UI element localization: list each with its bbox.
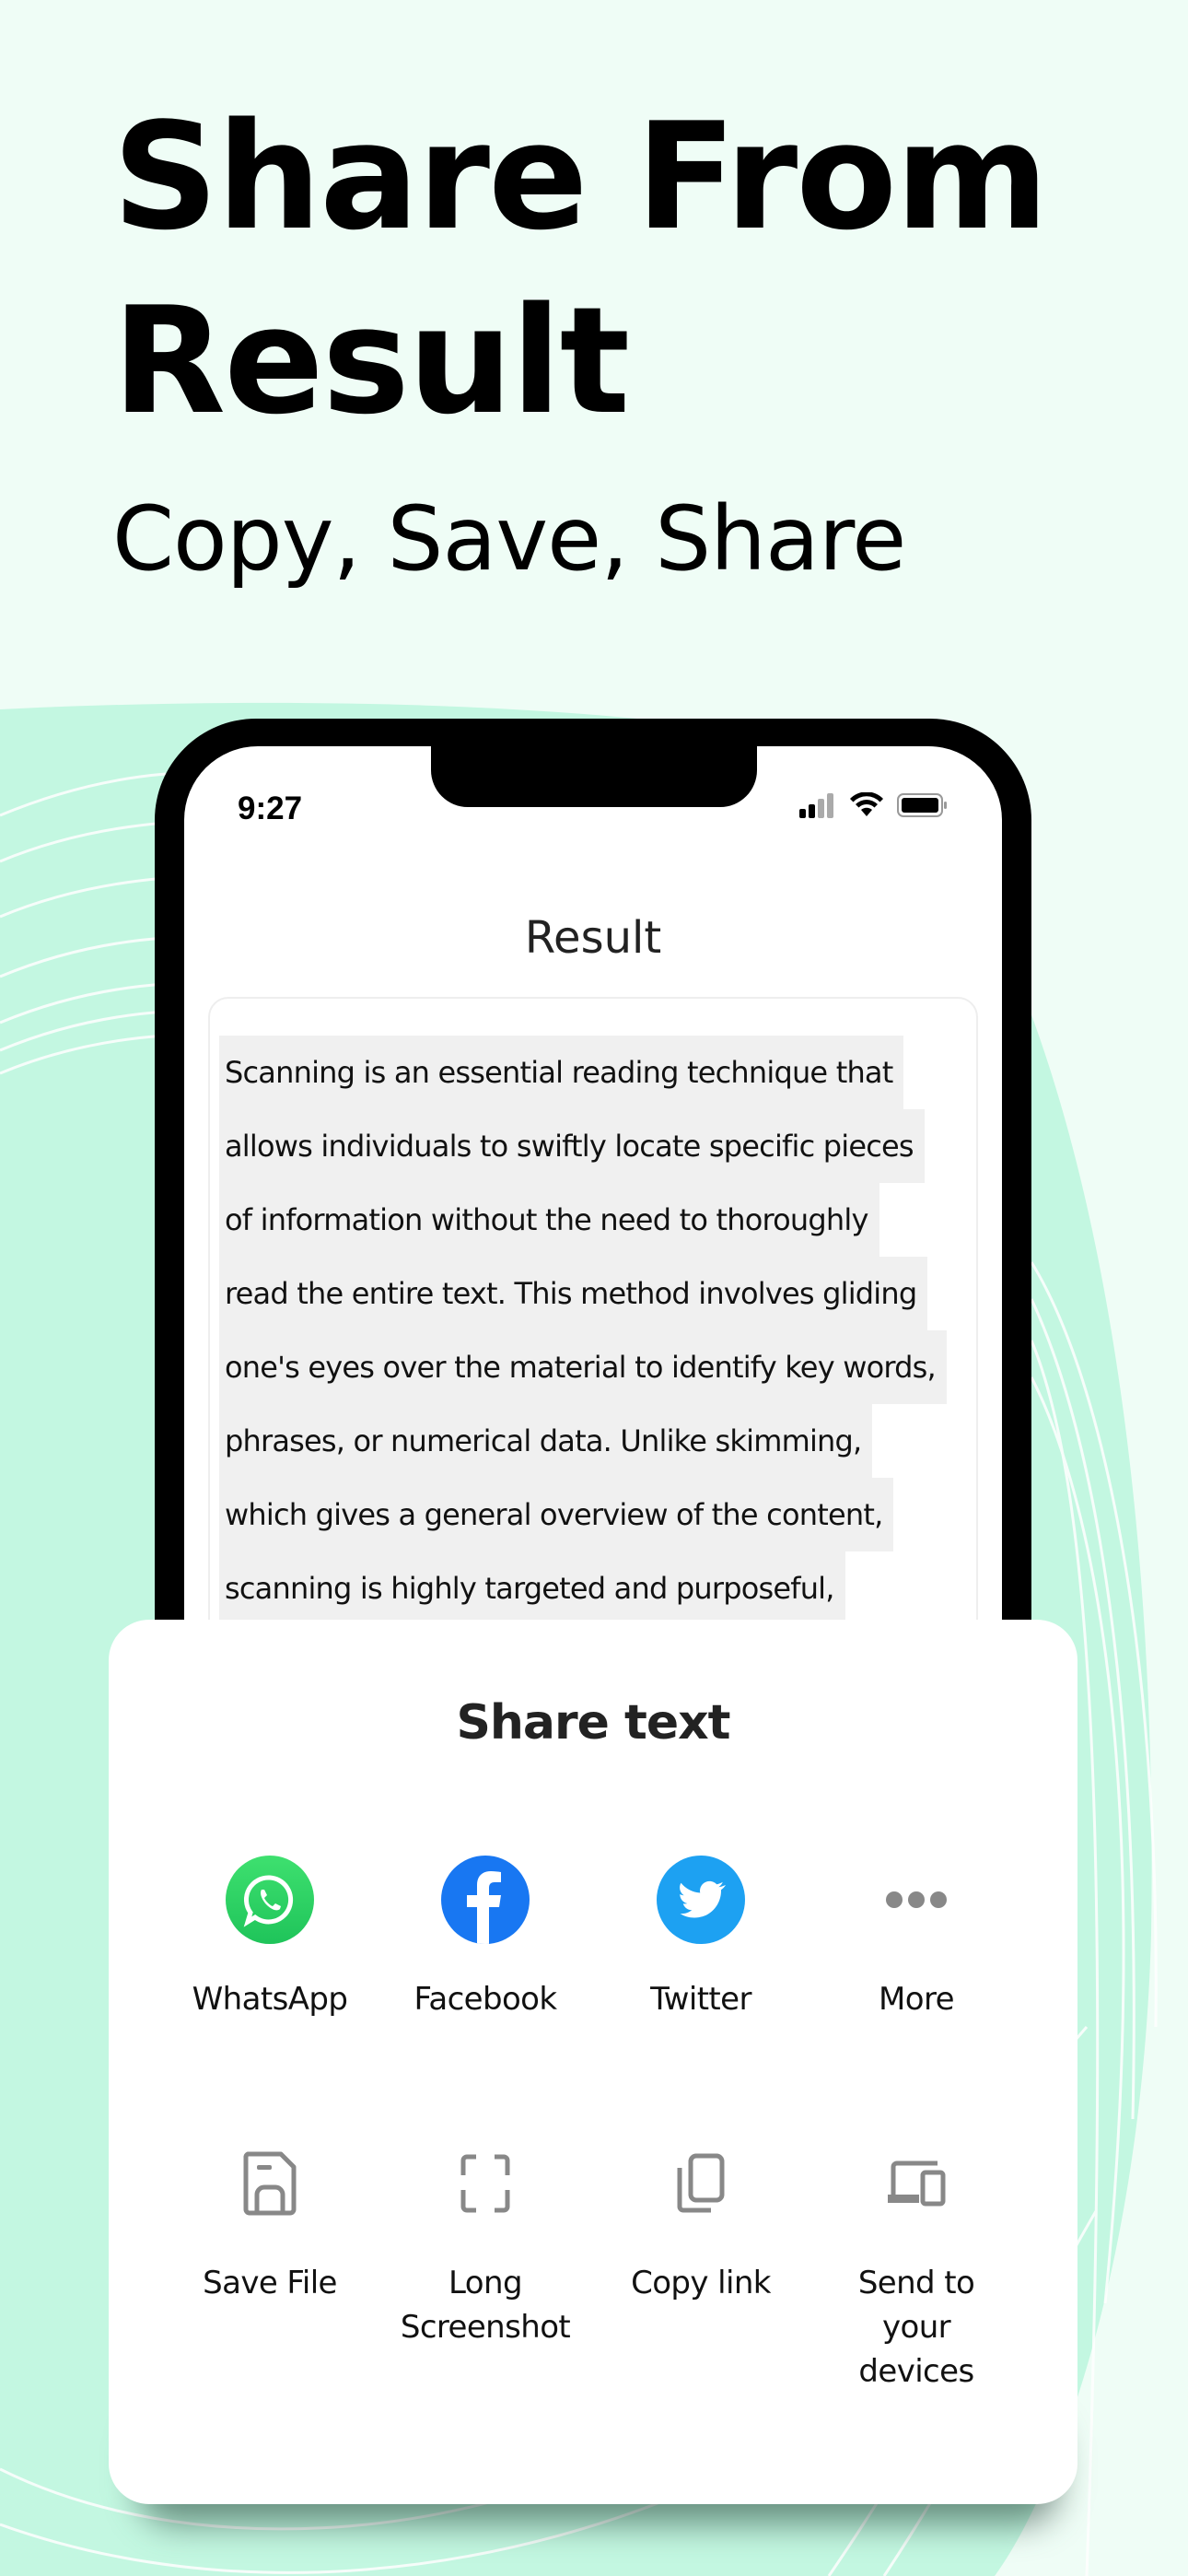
long-screenshot-icon [441,2139,530,2228]
share-label: Save File [162,2261,378,2305]
result-text-line: of information without the need to thoro… [219,1183,879,1257]
cellular-signal-icon [799,792,836,823]
hero-title: Share From Result [112,85,1049,453]
share-sheet: Share text WhatsApp Facebook Twitter Mor… [109,1620,1077,2504]
wifi-icon [849,791,884,823]
battery-icon [897,792,949,823]
whatsapp-icon [226,1856,314,1944]
phone-mockup: 9:27 Result Scanning is an essential rea… [155,719,1031,1732]
share-label: Copy link [593,2261,809,2305]
save-file-icon [226,2139,314,2228]
share-label: Long Screenshot [378,2261,593,2349]
label-line: Save File [203,2265,337,2301]
share-label: Twitter [650,1981,751,2018]
copy-icon [657,2139,745,2228]
long-screenshot-button[interactable]: Long Screenshot [378,2139,593,2349]
share-twitter-button[interactable]: Twitter [593,1856,809,2021]
save-file-button[interactable]: Save File [162,2139,378,2305]
facebook-icon [441,1856,530,1944]
result-text-line: scanning is highly targeted and purposef… [219,1551,845,1625]
label-line: Copy link [631,2265,771,2301]
result-text-line: Scanning is an essential reading techniq… [219,1036,904,1109]
result-text: Scanning is an essential reading techniq… [219,1036,947,1625]
result-text-line: read the entire text. This method involv… [219,1257,928,1330]
share-label: WhatsApp [192,1981,348,2018]
result-text-line: allows individuals to swiftly locate spe… [219,1109,925,1183]
hero-subtitle: Copy, Save, Share [112,487,906,591]
share-more-button[interactable]: More [809,1856,1024,2021]
share-facebook-button[interactable]: Facebook [378,1856,593,2021]
label-line: your [881,2309,951,2346]
status-time: 9:27 [238,790,303,826]
result-text-line: which gives a general overview of the co… [219,1478,894,1551]
status-icons [799,791,949,823]
label-line: Send to [857,2265,975,2301]
send-to-devices-button[interactable]: Send to your devices [809,2139,1024,2394]
hero-title-line1: Share From [112,90,1049,263]
screen-title: Result [524,912,662,964]
result-text-line: one's eyes over the material to identify… [219,1330,947,1404]
label-line: Screenshot [400,2309,571,2346]
phone-screen: 9:27 Result Scanning is an essential rea… [184,746,1002,1732]
copy-link-button[interactable]: Copy link [593,2139,809,2305]
more-icon [872,1856,961,1944]
label-line: devices [858,2353,974,2390]
hero-title-line2: Result [112,275,630,447]
share-whatsapp-button[interactable]: WhatsApp [162,1856,378,2021]
result-text-line: phrases, or numerical data. Unlike skimm… [219,1404,873,1478]
twitter-icon [657,1856,745,1944]
phone-notch [431,746,757,807]
share-sheet-title: Share text [456,1695,730,1751]
share-label: Facebook [413,1981,558,2018]
label-line: Long [448,2265,522,2301]
share-label: More [879,1981,954,2018]
share-label: Send to your devices [809,2261,1024,2394]
send-to-devices-icon [872,2139,961,2228]
